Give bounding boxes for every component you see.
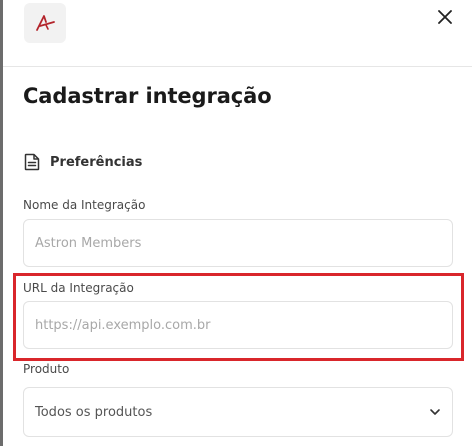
close-button[interactable] bbox=[433, 5, 457, 29]
integration-url-input[interactable] bbox=[23, 301, 453, 349]
product-select[interactable]: Todos os produtos bbox=[23, 387, 453, 437]
close-icon bbox=[438, 10, 452, 24]
page-title: Cadastrar integração bbox=[23, 84, 272, 108]
integration-drawer: Cadastrar integração Preferências Nome d… bbox=[0, 0, 472, 446]
chevron-down-icon bbox=[430, 409, 440, 415]
name-field-label: Nome da Integração bbox=[23, 198, 146, 212]
section-preferences: Preferências bbox=[24, 153, 142, 171]
document-icon bbox=[24, 153, 40, 171]
product-select-value: Todos os produtos bbox=[35, 404, 153, 420]
url-field-label: URL da Integração bbox=[23, 281, 134, 295]
integration-name-input[interactable] bbox=[23, 219, 453, 267]
drawer-header bbox=[3, 0, 472, 67]
astron-logo-icon bbox=[24, 3, 66, 43]
product-field-label: Produto bbox=[23, 362, 70, 376]
section-label: Preferências bbox=[50, 154, 143, 170]
